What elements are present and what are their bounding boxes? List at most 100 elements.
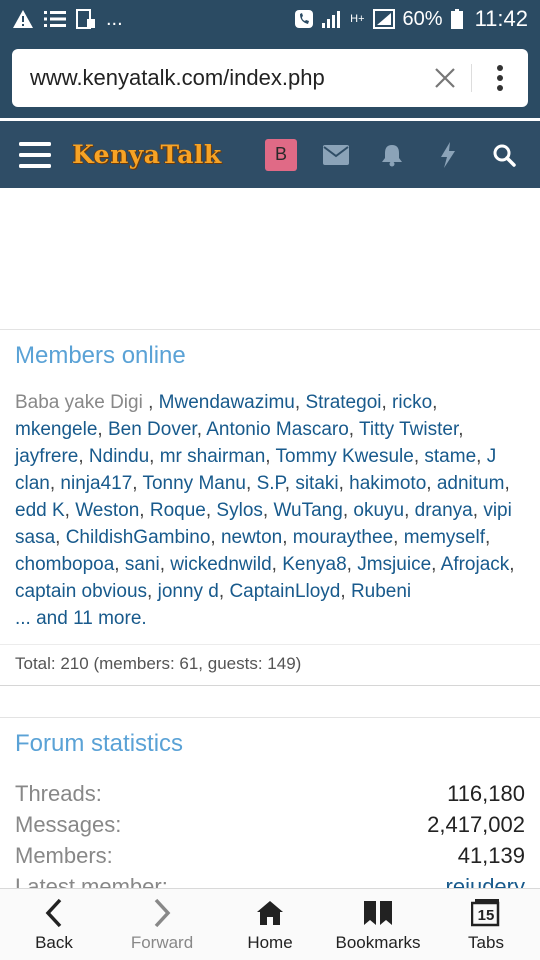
- members-online-title[interactable]: Members online: [0, 330, 540, 386]
- member-link[interactable]: jayfrere: [15, 446, 78, 467]
- site-header: KenyaTalk B: [0, 118, 540, 188]
- address-bar[interactable]: www.kenyatalk.com/index.php: [12, 49, 528, 107]
- member-link[interactable]: CaptainLloyd: [229, 581, 340, 602]
- member-link[interactable]: WuTang: [273, 500, 342, 521]
- forum-statistics-list: Threads: 116,180 Messages: 2,417,002 Mem…: [0, 774, 540, 888]
- more-notifications-icon: ...: [106, 7, 123, 30]
- separator: ,: [55, 527, 66, 548]
- member-link[interactable]: mouraythee: [293, 527, 393, 548]
- separator: ,: [64, 500, 76, 521]
- member-link[interactable]: Ndindu: [89, 446, 149, 467]
- member-link[interactable]: Weston: [75, 500, 139, 521]
- user-avatar-button[interactable]: B: [252, 120, 308, 190]
- separator: ,: [340, 581, 351, 602]
- separator: ,: [205, 500, 217, 521]
- member-link[interactable]: adnitum: [437, 473, 505, 494]
- member-link[interactable]: wickednwild: [170, 554, 271, 575]
- list-icon: [44, 10, 66, 28]
- home-label: Home: [247, 933, 293, 952]
- member-link[interactable]: S.P: [257, 473, 285, 494]
- member-link[interactable]: ricko: [392, 392, 432, 413]
- member-link[interactable]: sani: [125, 554, 160, 575]
- bookmarks-button[interactable]: Bookmarks: [324, 889, 432, 960]
- browser-bottom-bar: Back Forward Home Bookmarks 15 Tabs: [0, 888, 540, 960]
- member-link[interactable]: ChildishGambino: [66, 527, 211, 548]
- member-link[interactable]: jonny d: [158, 581, 219, 602]
- clear-icon[interactable]: [425, 58, 465, 98]
- search-icon[interactable]: [476, 120, 532, 190]
- member-link[interactable]: ninja417: [60, 473, 132, 494]
- member-link[interactable]: Tonny Manu: [142, 473, 246, 494]
- site-logo[interactable]: KenyaTalk: [72, 140, 252, 169]
- member-link[interactable]: Titty Twister: [359, 419, 458, 440]
- member-link[interactable]: mr shairman: [160, 446, 266, 467]
- url-text[interactable]: www.kenyatalk.com/index.php: [12, 65, 425, 91]
- chevron-right-icon: [152, 897, 172, 929]
- member-link[interactable]: newton: [221, 527, 282, 548]
- lightning-icon[interactable]: [420, 120, 476, 190]
- member-link[interactable]: mkengele: [15, 419, 97, 440]
- forum-statistics-title[interactable]: Forum statistics: [0, 718, 540, 774]
- member-link[interactable]: memyself: [404, 527, 485, 548]
- member-link[interactable]: okuyu: [353, 500, 404, 521]
- overflow-menu-icon[interactable]: [472, 49, 528, 107]
- separator: ,: [246, 473, 257, 494]
- separator: ,: [294, 392, 306, 413]
- separator: ,: [413, 446, 425, 467]
- forward-button[interactable]: Forward: [108, 889, 216, 960]
- tabs-icon: 15: [471, 897, 501, 929]
- separator: ,: [282, 527, 293, 548]
- separator: ,: [338, 473, 350, 494]
- member-link[interactable]: Ben Dover: [108, 419, 197, 440]
- member-link[interactable]: captain obvious: [15, 581, 147, 602]
- mail-icon[interactable]: [308, 120, 364, 190]
- member-link[interactable]: Sylos: [216, 500, 262, 521]
- member-link[interactable]: dranya: [415, 500, 473, 521]
- home-icon: [256, 897, 284, 929]
- status-right-icons: H+ 60% 11:42: [294, 6, 528, 32]
- separator: ,: [346, 554, 358, 575]
- network-type-label: H+: [350, 12, 365, 25]
- separator: ,: [404, 500, 415, 521]
- member-link[interactable]: Strategoi: [305, 392, 381, 413]
- stat-value: 41,139: [457, 843, 525, 868]
- member-link[interactable]: Kenya8: [282, 554, 346, 575]
- stat-row: Messages: 2,417,002: [15, 809, 525, 840]
- page-content: Members online Baba yake Digi , Mwendawa…: [0, 188, 540, 888]
- separator: ,: [159, 554, 171, 575]
- member-link[interactable]: chombopoa: [15, 554, 114, 575]
- phone-icon: [294, 9, 314, 29]
- stat-label: Messages:: [15, 812, 122, 837]
- forward-label: Forward: [130, 933, 194, 952]
- member-link[interactable]: stame: [424, 446, 476, 467]
- latest-member-link[interactable]: rejudery: [446, 871, 525, 888]
- hamburger-menu-icon[interactable]: [0, 120, 70, 190]
- member-link[interactable]: Afrojack: [441, 554, 510, 575]
- separator: ,: [196, 419, 207, 440]
- separator: ,: [509, 554, 515, 575]
- member-link[interactable]: Roque: [150, 500, 206, 521]
- member-link[interactable]: hakimoto: [349, 473, 426, 494]
- member-link[interactable]: Jmsjuice: [357, 554, 431, 575]
- member-link[interactable]: edd K: [15, 500, 65, 521]
- separator: ,: [78, 446, 89, 467]
- warning-icon: [12, 9, 34, 29]
- more-members-link[interactable]: ... and 11 more.: [0, 605, 540, 632]
- member-link[interactable]: Rubeni: [351, 581, 411, 602]
- separator: ,: [271, 554, 283, 575]
- member-link[interactable]: sitaki: [295, 473, 338, 494]
- separator: ,: [426, 473, 437, 494]
- stat-value: 116,180: [447, 781, 525, 806]
- back-button[interactable]: Back: [0, 889, 108, 960]
- member-link[interactable]: Tommy Kwesule: [276, 446, 414, 467]
- bell-icon[interactable]: [364, 120, 420, 190]
- separator: ,: [114, 554, 125, 575]
- separator: ,: [132, 473, 143, 494]
- member-link[interactable]: Antonio Mascaro: [206, 419, 349, 440]
- home-button[interactable]: Home: [216, 889, 324, 960]
- tabs-button[interactable]: 15 Tabs: [432, 889, 540, 960]
- member-link[interactable]: Mwendawazimu: [159, 392, 295, 413]
- member-link[interactable]: Baba yake Digi: [15, 392, 143, 413]
- separator: ,: [97, 419, 108, 440]
- signal-icon: [322, 10, 342, 28]
